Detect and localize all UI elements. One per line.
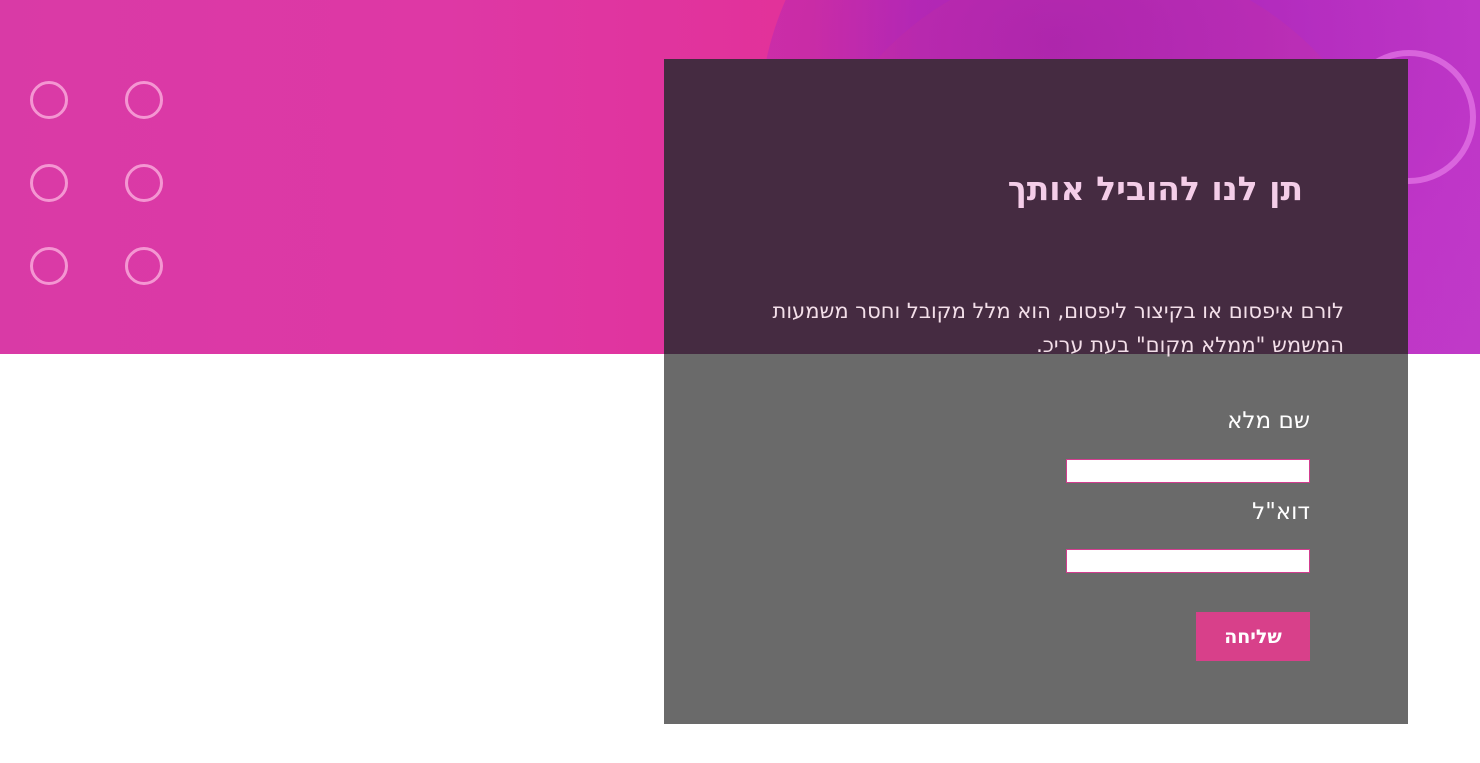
decorative-circle-icon (125, 164, 163, 202)
full-name-input[interactable] (1066, 459, 1310, 483)
email-label: דוא"ל (1252, 499, 1310, 525)
contact-form: תן לנו להוביל אותך לורם איפסום או בקיצור… (664, 59, 1408, 724)
form-title: תן לנו להוביל אותך (1007, 169, 1303, 208)
decorative-circle-icon (30, 247, 68, 285)
decorative-circle-icon (125, 81, 163, 119)
full-name-label: שם מלא (1227, 408, 1310, 434)
page: תן לנו להוביל אותך לורם איפסום או בקיצור… (0, 0, 1480, 763)
submit-button[interactable]: שליחה (1196, 612, 1310, 661)
decorative-circle-icon (30, 81, 68, 119)
decorative-circle-icon (30, 164, 68, 202)
email-input[interactable] (1066, 549, 1310, 573)
contact-form-panel: תן לנו להוביל אותך לורם איפסום או בקיצור… (664, 59, 1408, 724)
decorative-circle-icon (125, 247, 163, 285)
form-description: לורם איפסום או בקיצור ליפסום, הוא מלל מק… (772, 299, 1344, 357)
